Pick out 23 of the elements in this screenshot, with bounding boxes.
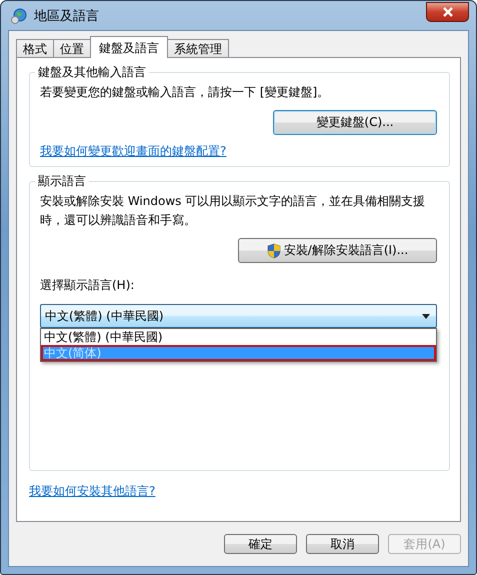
instruction-text: 若要變更您的鍵盤或輸入語言，請按一下 [變更鍵盤]。 bbox=[40, 84, 330, 101]
tab[interactable]: 格式 bbox=[16, 39, 54, 57]
tab[interactable]: 鍵盤及語言 bbox=[90, 36, 168, 58]
tab[interactable]: 位置 bbox=[53, 39, 91, 57]
language-dropdown[interactable]: 中文(繁體) (中華民國) bbox=[40, 304, 437, 328]
help-link[interactable]: 我要如何變更歡迎畫面的鍵盤配置? bbox=[40, 143, 226, 160]
close-icon bbox=[442, 6, 454, 16]
dialog-button[interactable]: 確定 bbox=[224, 534, 297, 554]
field-label: 選擇顯示語言(H): bbox=[40, 277, 136, 294]
group-title: 顯示語言 bbox=[37, 173, 87, 190]
globe-icon bbox=[10, 6, 28, 24]
group-title: 鍵盤及其他輸入語言 bbox=[37, 64, 147, 81]
change-keyboard-button[interactable]: 變更鍵盤(C)... bbox=[273, 110, 437, 135]
caret-icon bbox=[422, 314, 430, 318]
description-text: 安裝或解除安裝 Windows 可以用以顯示文字的語言，並在具備相關支援時，還可以辨識語音和手寫。 bbox=[40, 193, 426, 229]
window-title: 地區及語言 bbox=[34, 8, 100, 24]
dropdown-option[interactable]: 中文(繁體) (中華民國) bbox=[41, 329, 436, 345]
dialog-button[interactable]: 取消 bbox=[306, 534, 379, 554]
close-button[interactable] bbox=[426, 2, 469, 22]
shield-icon bbox=[266, 242, 281, 258]
install-languages-button[interactable]: 安裝/解除安裝語言(I)... bbox=[238, 238, 437, 263]
help-link[interactable]: 我要如何安裝其他語言? bbox=[29, 483, 156, 500]
tab[interactable]: 系統管理 bbox=[167, 39, 229, 57]
